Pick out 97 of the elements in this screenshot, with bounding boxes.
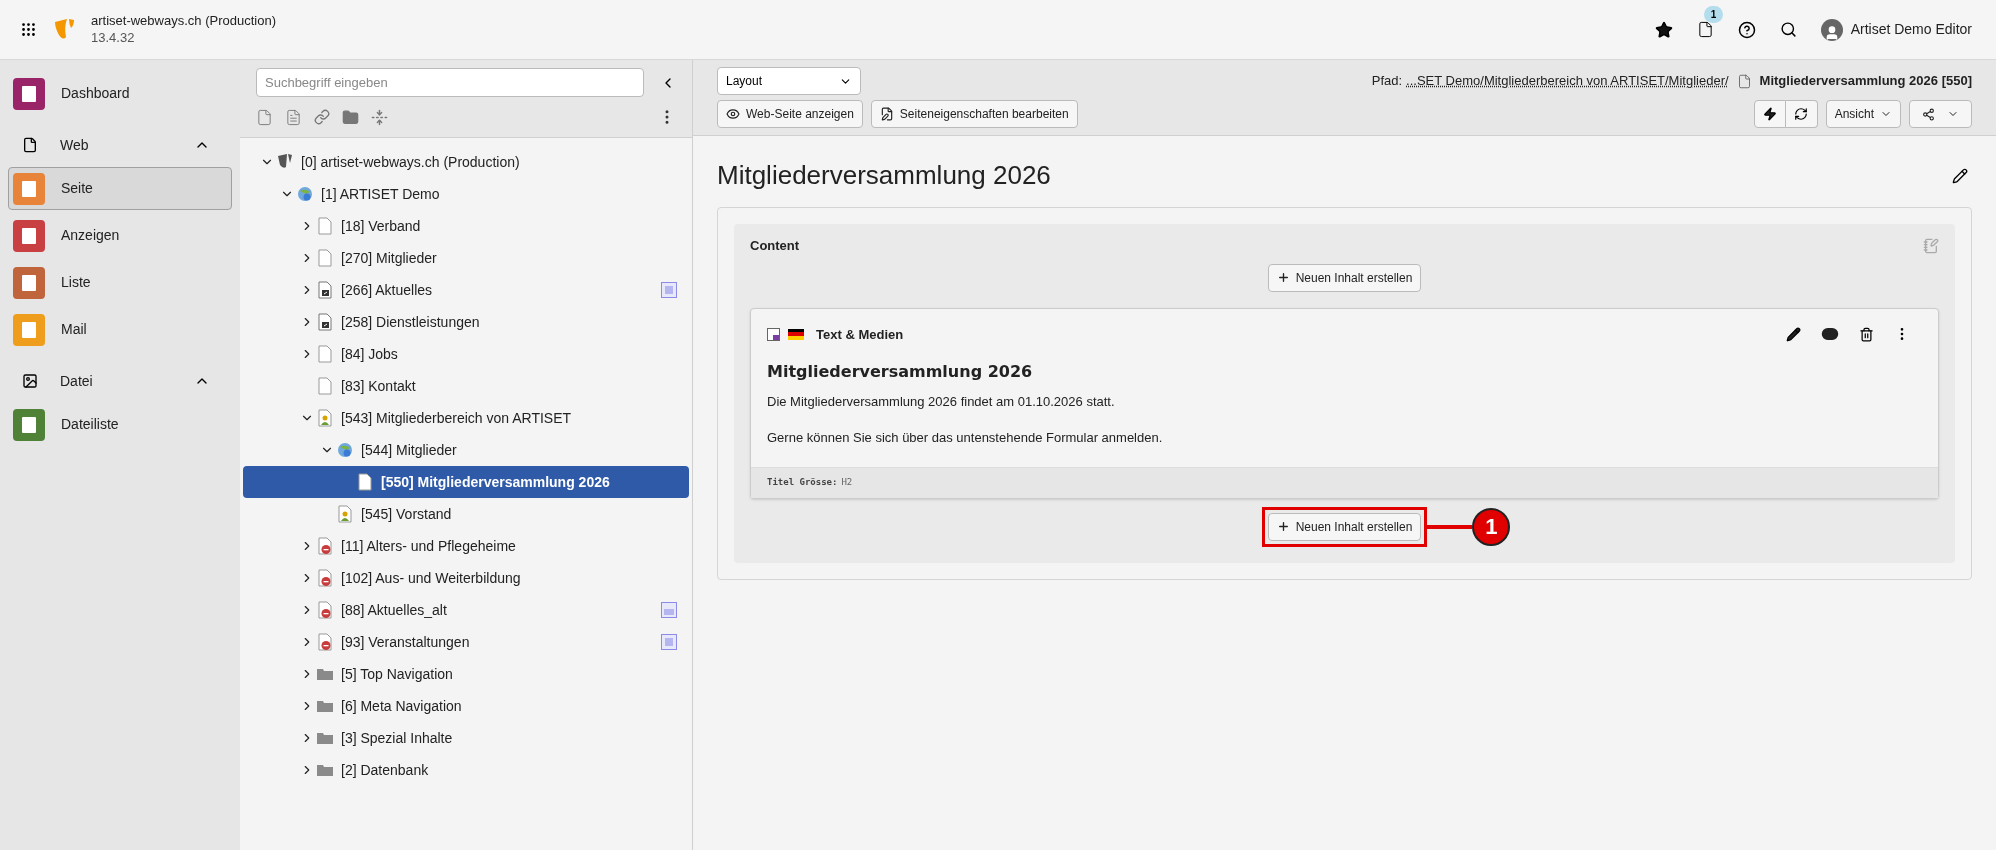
link-icon[interactable] [314,109,330,125]
module-menu-item[interactable]: Seite [8,167,232,210]
element-paragraph: Die Mitgliederversammlung 2026 findet am 01.10.2026 statt. [767,393,1116,411]
tree-node[interactable]: [270] Mitglieder [243,242,689,274]
tree-node[interactable]: [3] Spezial Inhalte [243,722,689,754]
tree-node[interactable]: [102] Aus- und Weiterbildung [243,562,689,594]
tree-node[interactable]: [544] Mitglieder [243,434,689,466]
tree-node[interactable]: [84] Jobs [243,338,689,370]
tree-node[interactable]: [11] Alters- und Pflegeheime [243,530,689,562]
edit-icon[interactable] [1786,326,1801,342]
tree-node[interactable]: [543] Mitgliederbereich von ARTISET [243,402,689,434]
tree-node[interactable]: [2] Datenbank [243,754,689,786]
footer-value: H2 [841,476,853,489]
page-blocked-icon [317,633,333,651]
new-content-button[interactable]: Neuen Inhalt erstellen [1267,263,1422,292]
path-label: Pfad: [1371,72,1403,91]
module-group-header[interactable]: Datei [0,363,240,399]
share-dropdown-button[interactable] [1909,100,1972,128]
globe-icon [297,185,313,203]
layout-select[interactable]: Layout [717,67,861,95]
tree-node[interactable]: [83] Kontakt [243,370,689,402]
globe-icon [337,441,353,459]
edit-icon[interactable] [1952,167,1968,184]
page-blocked-icon [317,601,333,619]
edit-column-icon [1923,237,1939,254]
tree-node[interactable]: [5] Top Navigation [243,658,689,690]
search-icon[interactable] [1779,21,1797,38]
breadcrumb-link[interactable]: ...SET Demo/Mitgliederbereich von ARTISET/Mitglieder/ [1406,71,1729,91]
tree-node[interactable]: [18] Verband [243,210,689,242]
content-marker-icon [661,634,677,650]
tree-node[interactable]: [550] Mitgliederversammlung 2026 [243,466,689,498]
module-menu-item[interactable]: Dateiliste [8,403,232,446]
callout-number: 1 [1472,507,1511,546]
element-paragraph: Gerne können Sie sich über das untenstehende Formular anmelden. [767,428,1164,447]
reload-button[interactable] [1785,100,1818,128]
user-page-icon [337,505,353,523]
page-title: Mitgliederversammlung 2026 [717,159,1051,192]
tree-node[interactable]: [88] Aktuelles_alt [243,594,689,626]
search-field[interactable]: Suchbegriff eingeben [256,68,644,97]
help-icon[interactable] [1737,20,1756,39]
user-page-icon [317,409,333,427]
german-flag-icon [788,328,804,340]
logo-icon [277,153,293,171]
share-icon [1922,107,1935,121]
view-dropdown-button[interactable]: Ansicht [1825,100,1901,128]
app-grid-icon[interactable] [20,21,37,38]
page-icon [357,473,373,491]
bookmark-icon[interactable] [1654,20,1673,39]
module-menu-item[interactable]: Mail [8,308,232,351]
module-group-header[interactable]: Web [0,127,240,163]
page-icon [317,377,333,395]
eye-icon [726,107,740,121]
new-content-button[interactable]: Neuen Inhalt erstellen [1267,512,1422,541]
page-blocked-icon [317,537,333,555]
image-marker-icon [661,602,677,618]
plus-icon [1276,520,1290,533]
page-icon [317,345,333,363]
folder-icon[interactable] [342,108,359,126]
plus-icon [1276,271,1290,284]
edit-page-icon [879,107,894,121]
tree-node[interactable]: [266] Aktuelles [243,274,689,306]
tree-node[interactable]: [0] artiset-webways.ch (Production) [243,146,689,178]
page-blocked-icon [317,569,333,587]
page-icon [317,249,333,267]
element-type: Text & Medien [816,325,904,344]
tree-node[interactable]: [545] Vorstand [243,498,689,530]
avatar-icon [1820,18,1843,41]
tree-node[interactable]: [6] Meta Navigation [243,690,689,722]
page-icon [22,137,38,153]
new-page-icon[interactable] [256,108,273,126]
element-header: Mitgliederversammlung 2026 [767,361,1034,383]
footer-label: Titel Grösse: [767,476,838,489]
edit-page-properties-button[interactable]: Seiteneigenschaften bearbeiten [870,100,1078,128]
page-icon [1736,73,1752,89]
version: 13.4.32 [91,29,136,46]
tree-node[interactable]: [1] ARTISET Demo [243,178,689,210]
collapse-all-icon[interactable] [371,108,388,126]
module-menu-item[interactable]: Dashboard [8,72,232,115]
site-name: artiset-webways.ch (Production) [91,13,276,30]
delete-icon[interactable] [1859,326,1874,342]
tree-node[interactable]: [258] Dienstleistungen [243,306,689,338]
reload-icon [1794,107,1809,121]
page-path-title: Mitgliederversammlung 2026 [550] [1759,72,1972,91]
text-media-icon [767,327,780,341]
page-icon[interactable] [1696,21,1714,38]
user-name[interactable]: Artiset Demo Editor [1850,19,1972,40]
tree-node[interactable]: [93] Veranstaltungen [243,626,689,658]
module-menu-item[interactable]: Anzeigen [8,214,232,257]
clear-cache-button[interactable] [1753,100,1786,128]
content-marker-icon [661,282,677,298]
column-title: Content [750,237,800,255]
view-webpage-button[interactable]: Web-Seite anzeigen [717,100,863,128]
module-menu-item[interactable]: Liste [8,261,232,304]
notification-badge: 1 [1703,6,1724,23]
lightning-icon [1762,107,1777,121]
page-icon [317,217,333,235]
image-icon [22,373,38,389]
